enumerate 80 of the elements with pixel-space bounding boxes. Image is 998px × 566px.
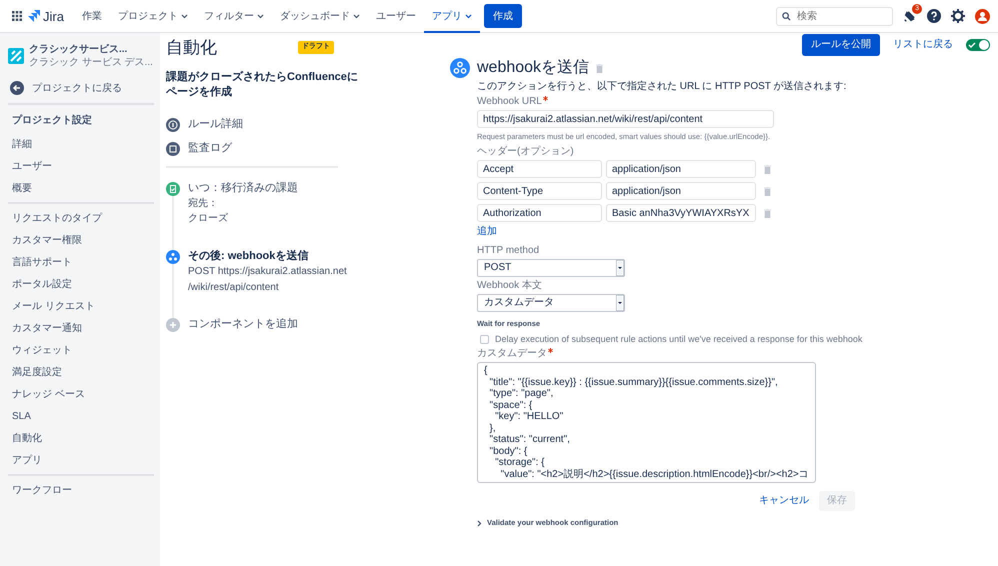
sidebar-item[interactable]: カスタマー通知 <box>8 317 154 339</box>
nav-tab[interactable]: ユーザー <box>368 0 424 32</box>
settings-icon[interactable] <box>951 9 965 23</box>
chevron-right-icon[interactable] <box>477 520 482 526</box>
back-link[interactable]: プロジェクトに戻る <box>32 82 122 94</box>
header-value-field[interactable]: application/json <box>606 182 756 200</box>
project-name[interactable]: クラシックサービス... <box>29 43 153 56</box>
publish-button[interactable]: ルールを公開 <box>802 34 880 56</box>
create-button[interactable]: 作成 <box>484 4 522 28</box>
project-type: クラシック サービス デス... <box>29 56 153 69</box>
step-detail: /wiki/rest/api/content <box>188 282 280 294</box>
nav-tab[interactable]: プロジェクト <box>110 0 196 32</box>
dropdown-arrow-icon <box>616 260 624 276</box>
notification-icon[interactable] <box>903 9 917 23</box>
project-icon <box>8 48 24 64</box>
step-detail: クローズ <box>188 213 229 226</box>
nav-tab[interactable]: アプリ <box>424 0 480 32</box>
step-detail-label: 宛先： <box>188 198 219 210</box>
rule-link[interactable]: 監査ログ <box>188 142 232 156</box>
product-name[interactable]: Jira <box>43 8 64 24</box>
header-value-field[interactable]: application/json <box>606 160 756 178</box>
header-name-field[interactable]: Accept <box>477 160 602 178</box>
nav-tab[interactable]: ダッシュボード <box>272 0 368 32</box>
trigger-icon <box>166 182 180 196</box>
custom-data-textarea[interactable]: { "title": "{{issue.key}} : {{issue.summary}}{{issue.comments.size}}", "type": "page", "space": { "key": "HELLO" }, "status": "current", "body": { "storage": { "value": "<h2>説明</h2>{{issue.description.htmlEncode}}<br/><h2>コ <box>477 362 816 483</box>
sidebar-item[interactable]: リクエストのタイプ <box>8 207 154 229</box>
url-input-field[interactable]: https://jsakurai2.atlassian.net/wiki/rest/api/content <box>477 110 774 128</box>
checkbox[interactable] <box>480 334 489 344</box>
help-icon[interactable] <box>927 9 941 23</box>
nav-tab[interactable]: フィルター <box>196 0 272 32</box>
sidebar-item[interactable]: ユーザー <box>8 155 154 177</box>
sidebar-item[interactable]: ポータル設定 <box>8 273 154 295</box>
sidebar-item[interactable]: 概要 <box>8 177 154 199</box>
select-field[interactable]: POST <box>477 259 625 277</box>
rule-link[interactable]: ルール詳細 <box>188 118 243 132</box>
sidebar-item[interactable]: ワークフロー <box>8 479 154 501</box>
add-component-link[interactable]: コンポーネントを追加 <box>188 318 298 332</box>
select-field[interactable]: カスタムデータ <box>477 294 625 312</box>
cancel-button[interactable]: キャンセル <box>759 495 809 507</box>
logo-icon <box>28 10 40 22</box>
nav-tab[interactable]: 作業 <box>74 0 110 32</box>
info-icon <box>166 118 180 132</box>
rule-toggle[interactable] <box>966 39 990 51</box>
log-icon <box>166 142 180 156</box>
section-title: プロジェクト設定 <box>11 113 93 128</box>
sidebar-item[interactable]: 満足度設定 <box>8 361 154 383</box>
field-label: Webhook 本文 <box>477 280 542 291</box>
rule-step[interactable]: その後: webhookを送信 <box>188 250 347 264</box>
dropdown-arrow-icon <box>616 295 624 311</box>
check-icon <box>968 41 976 49</box>
sidebar-item[interactable]: ウィジェット <box>8 339 154 361</box>
sidebar-item[interactable]: 詳細 <box>8 133 154 155</box>
add-header-link[interactable]: 追加 <box>477 226 497 238</box>
rule-step[interactable]: いつ：移行済みの課題 <box>188 182 298 196</box>
rule-name: 課題がクローズされたらConfluenceにページを作成 <box>166 70 359 100</box>
field-label: カスタムデータ <box>477 348 547 359</box>
avatar-icon[interactable] <box>975 8 990 24</box>
app-grid-icon[interactable] <box>12 11 22 21</box>
sidebar-item[interactable]: ナレッジ ベース <box>8 383 154 405</box>
field-label: ヘッダー(オプション) <box>477 146 575 158</box>
webhook-icon <box>450 58 470 78</box>
sidebar-item[interactable]: SLA <box>8 405 154 427</box>
search-field[interactable]: 検索 <box>776 6 893 26</box>
sidebar-item[interactable]: カスタマー権限 <box>8 229 154 251</box>
header-name-field[interactable]: Authorization <box>477 204 602 222</box>
sidebar-item[interactable]: 言語サポート <box>8 251 154 273</box>
action-title: webhookを送信 <box>477 58 590 78</box>
sidebar-item[interactable]: アプリ <box>8 449 154 471</box>
page-title: 自動化 <box>166 37 217 58</box>
back-to-list-link[interactable]: リストに戻る <box>893 39 953 51</box>
checkbox-label: Delay execution of subsequent rule actions until we've received a response for this webhook <box>495 333 862 345</box>
action-description: このアクションを行うと、以下で指定された URL に HTTP POST が送信されます: <box>477 81 848 93</box>
header-value-field[interactable]: Basic anNha3VyYWIAYXRsYX <box>606 204 756 222</box>
sidebar-item[interactable]: メール リクエスト <box>8 295 154 317</box>
header-name-field[interactable]: Content-Type <box>477 182 602 200</box>
step-detail: POST https://jsakurai2.atlassian.net <box>188 266 347 279</box>
field-label: HTTP method <box>477 245 540 256</box>
webhook-icon <box>166 250 180 264</box>
field-label: Webhook URL <box>477 96 542 107</box>
sidebar-item[interactable]: 自動化 <box>8 427 154 449</box>
